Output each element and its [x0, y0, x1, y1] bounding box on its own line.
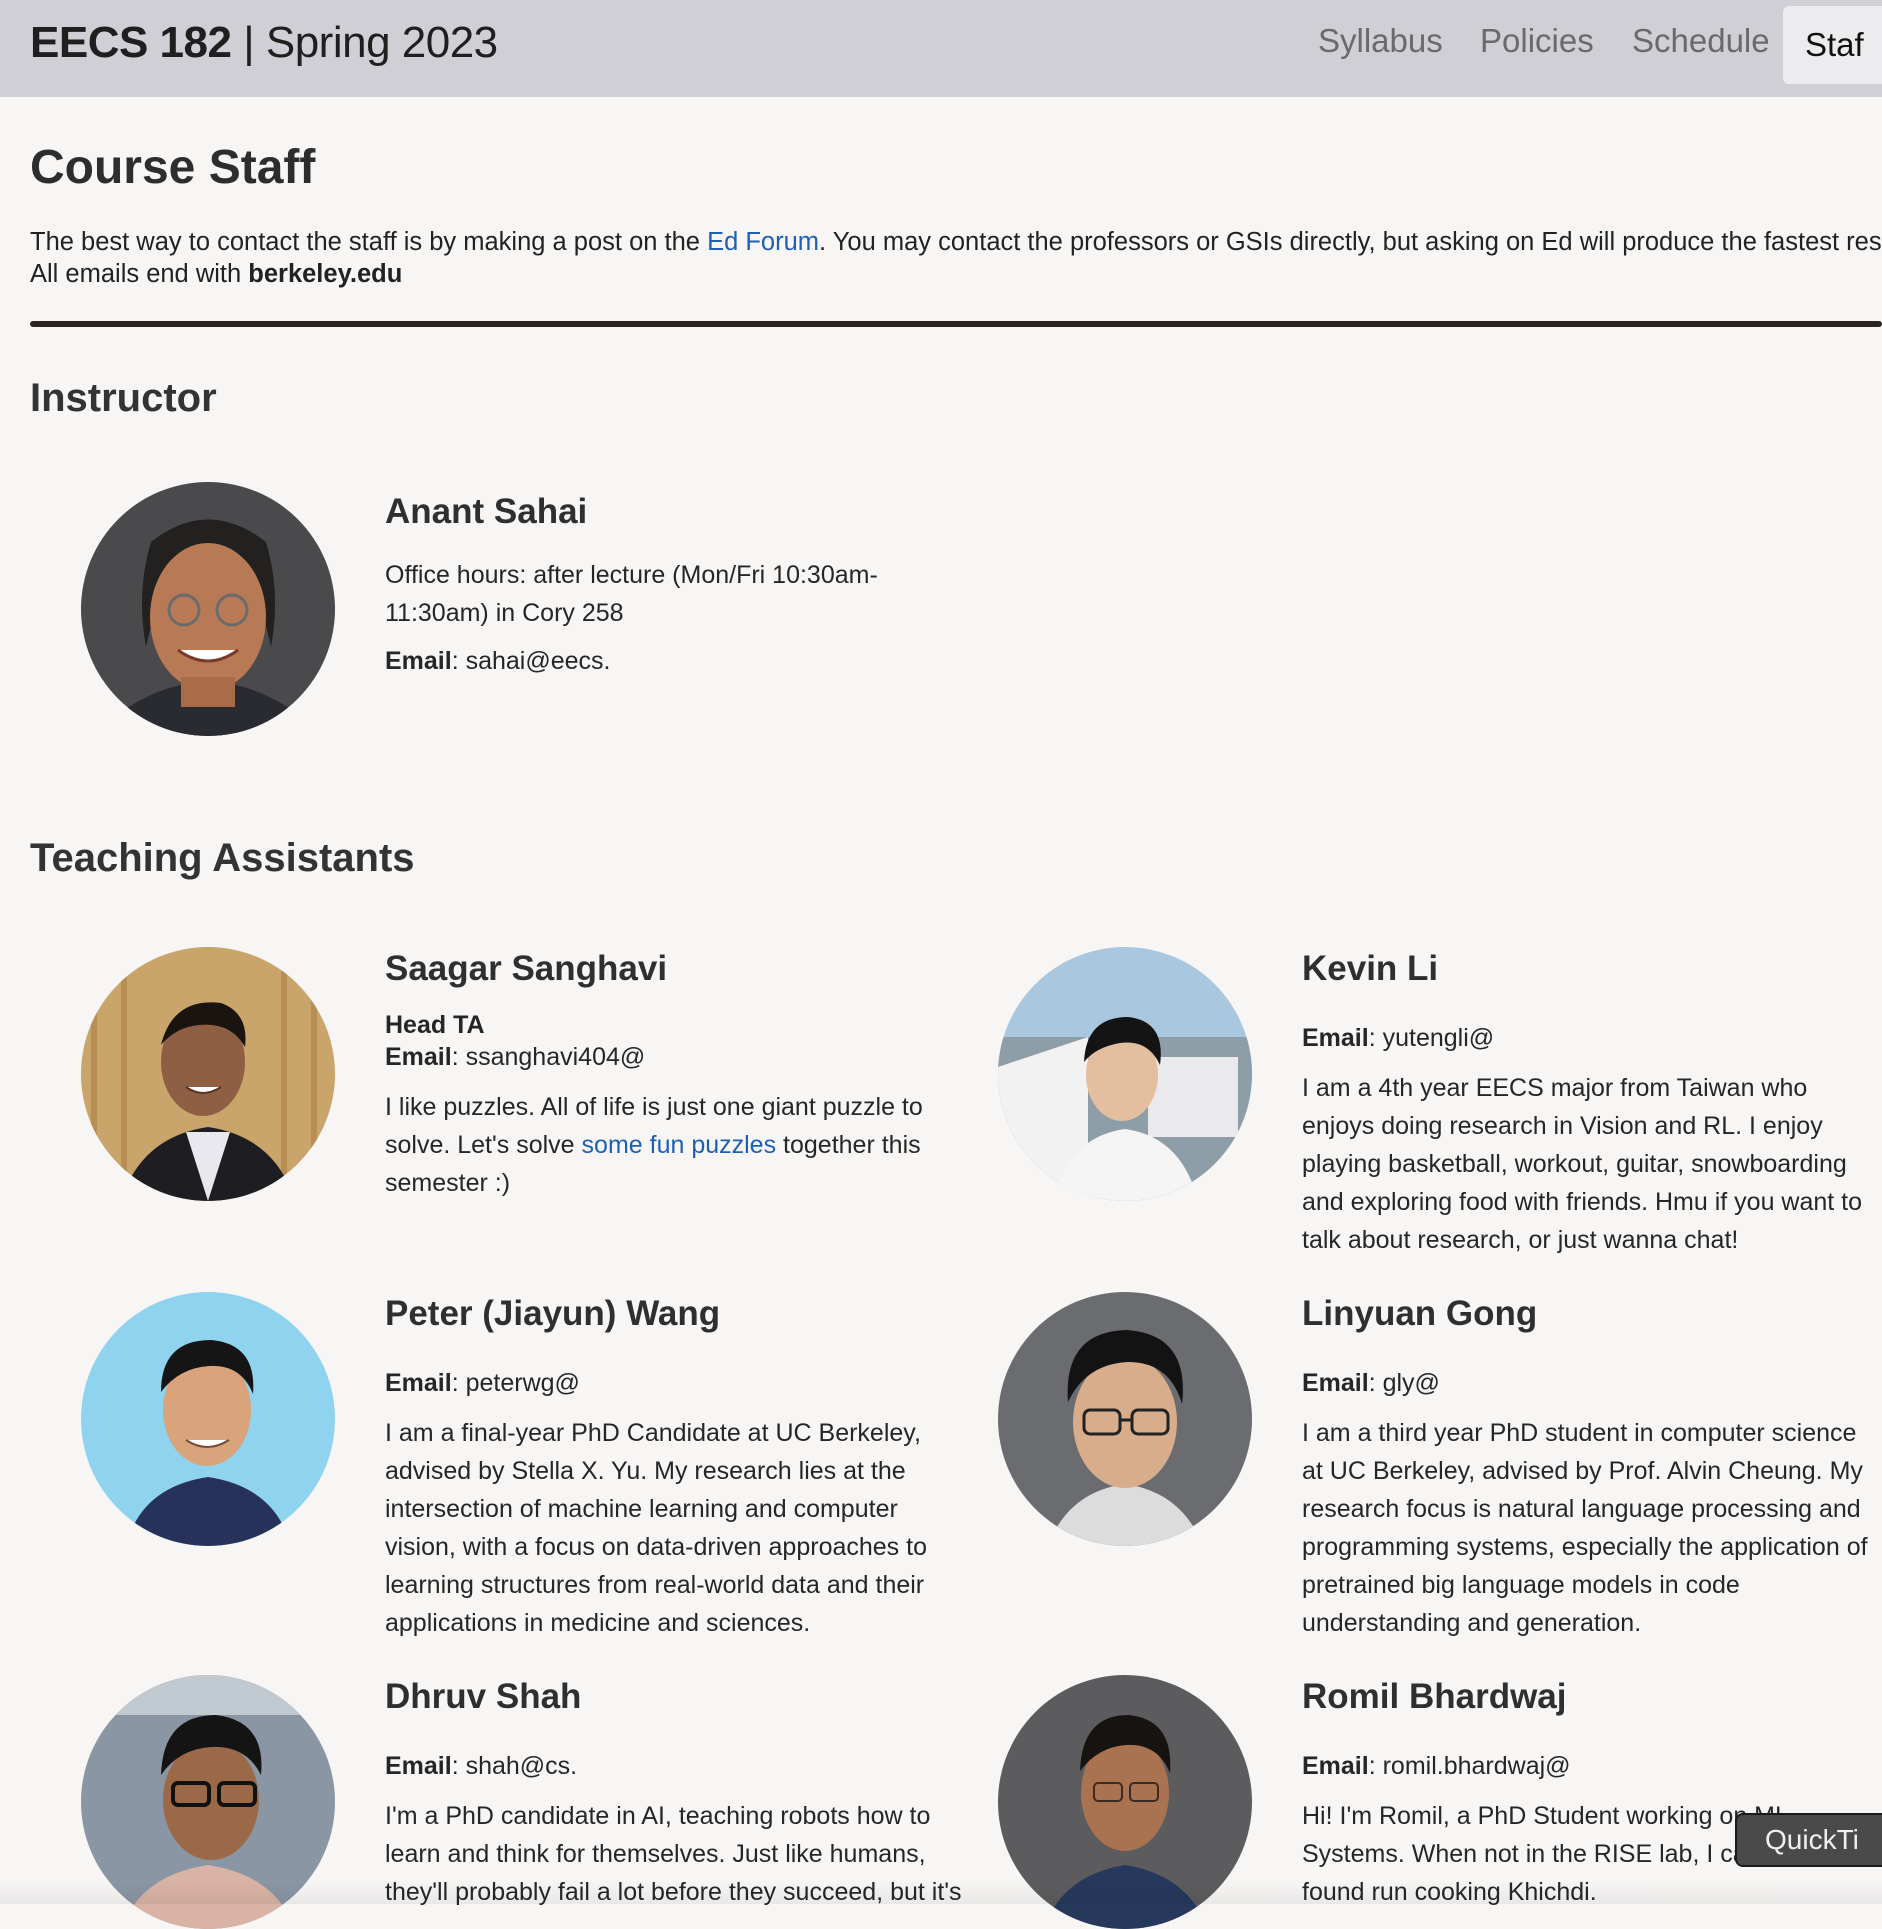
section-divider [30, 321, 1882, 327]
person-photo-icon [998, 947, 1252, 1201]
person-photo-icon [81, 947, 335, 1201]
person-photo-icon [998, 1292, 1252, 1546]
nav-syllabus[interactable]: Syllabus [1318, 22, 1443, 60]
ta-email: : shah@cs. [451, 1752, 578, 1780]
ta-role: Head TA [385, 1011, 485, 1039]
ta-email: : gly@ [1368, 1369, 1440, 1397]
ta-photo-kevin [998, 947, 1252, 1201]
page-title: Course Staff [30, 141, 316, 194]
ta-email: : romil.bhardwaj@ [1368, 1752, 1571, 1780]
ta-name: Romil Bhardwaj [1302, 1677, 1567, 1716]
email-label: Email [385, 1043, 452, 1071]
nav-staff[interactable]: Staf [1783, 6, 1882, 84]
course-code: EECS 182 [30, 18, 232, 67]
instructor-office-hours: Office hours: after lecture (Mon/Fri 10:… [385, 561, 878, 627]
person-photo-icon [81, 482, 335, 736]
course-term: Spring 2023 [265, 18, 498, 67]
email-label: Email [1302, 1024, 1369, 1052]
brand-separator: | [231, 18, 266, 67]
ta-email-line: Email: gly@ [1302, 1364, 1882, 1402]
ta-email: : ssanghavi404@ [451, 1043, 646, 1071]
intro-part-3: All emails end with [30, 260, 249, 288]
email-label: Email [1302, 1752, 1369, 1780]
ta-bio: I am a third year PhD student in compute… [1302, 1419, 1868, 1637]
intro-text: The best way to contact the staff is by … [30, 226, 1882, 290]
ta-email-line: Email: yutengli@ [1302, 1019, 1882, 1057]
email-domain: berkeley.edu [248, 260, 403, 288]
ta-name: Peter (Jiayun) Wang [385, 1294, 721, 1333]
ta-email-line: Email: peterwg@ [385, 1364, 965, 1402]
ta-email: : yutengli@ [1368, 1024, 1495, 1052]
ta-bio: I am a 4th year EECS major from Taiwan w… [1302, 1074, 1863, 1254]
top-navbar: EECS 182 | Spring 2023 Syllabus Policies… [0, 0, 1882, 97]
email-label: Email [385, 1752, 452, 1780]
intro-part-2: . You may contact the professors or GSIs… [819, 228, 1882, 256]
instructor-heading: Instructor [30, 376, 217, 420]
nav-schedule[interactable]: Schedule [1632, 22, 1770, 60]
ta-photo-peter [81, 1292, 335, 1546]
ta-name: Dhruv Shah [385, 1677, 582, 1716]
instructor-name: Anant Sahai [385, 492, 588, 531]
ta-email-line: Email: romil.bhardwaj@ [1302, 1747, 1882, 1785]
ta-bio: I am a final-year PhD Candidate at UC Be… [385, 1419, 927, 1637]
person-photo-icon [81, 1292, 335, 1546]
ta-name: Kevin Li [1302, 949, 1439, 988]
ta-bio: I like puzzles. All of life is just one … [385, 1088, 955, 1202]
email-label: Email [1302, 1369, 1369, 1397]
ta-email: : peterwg@ [451, 1369, 580, 1397]
email-label: Email [385, 647, 452, 675]
instructor-email-line: Email: sahai@eecs. [385, 642, 945, 680]
bottom-edge-shade [0, 1880, 1882, 1904]
ta-role-email: Head TA Email: ssanghavi404@ [385, 1009, 955, 1073]
course-brand[interactable]: EECS 182 | Spring 2023 [30, 18, 498, 68]
ta-name: Saagar Sanghavi [385, 949, 668, 988]
ta-email-line: Email: shah@cs. [385, 1747, 965, 1785]
intro-part-1: The best way to contact the staff is by … [30, 228, 708, 256]
instructor-photo [81, 482, 335, 736]
ed-forum-link[interactable]: Ed Forum [707, 228, 819, 256]
quicktip-button[interactable]: QuickTi [1735, 1813, 1882, 1867]
ta-heading: Teaching Assistants [30, 836, 415, 880]
fun-puzzles-link[interactable]: some fun puzzles [582, 1131, 777, 1159]
ta-photo-linyuan [998, 1292, 1252, 1546]
nav-policies[interactable]: Policies [1480, 22, 1594, 60]
ta-name: Linyuan Gong [1302, 1294, 1538, 1333]
email-label: Email [385, 1369, 452, 1397]
instructor-email: : sahai@eecs. [451, 647, 611, 675]
ta-photo-saagar [81, 947, 335, 1201]
